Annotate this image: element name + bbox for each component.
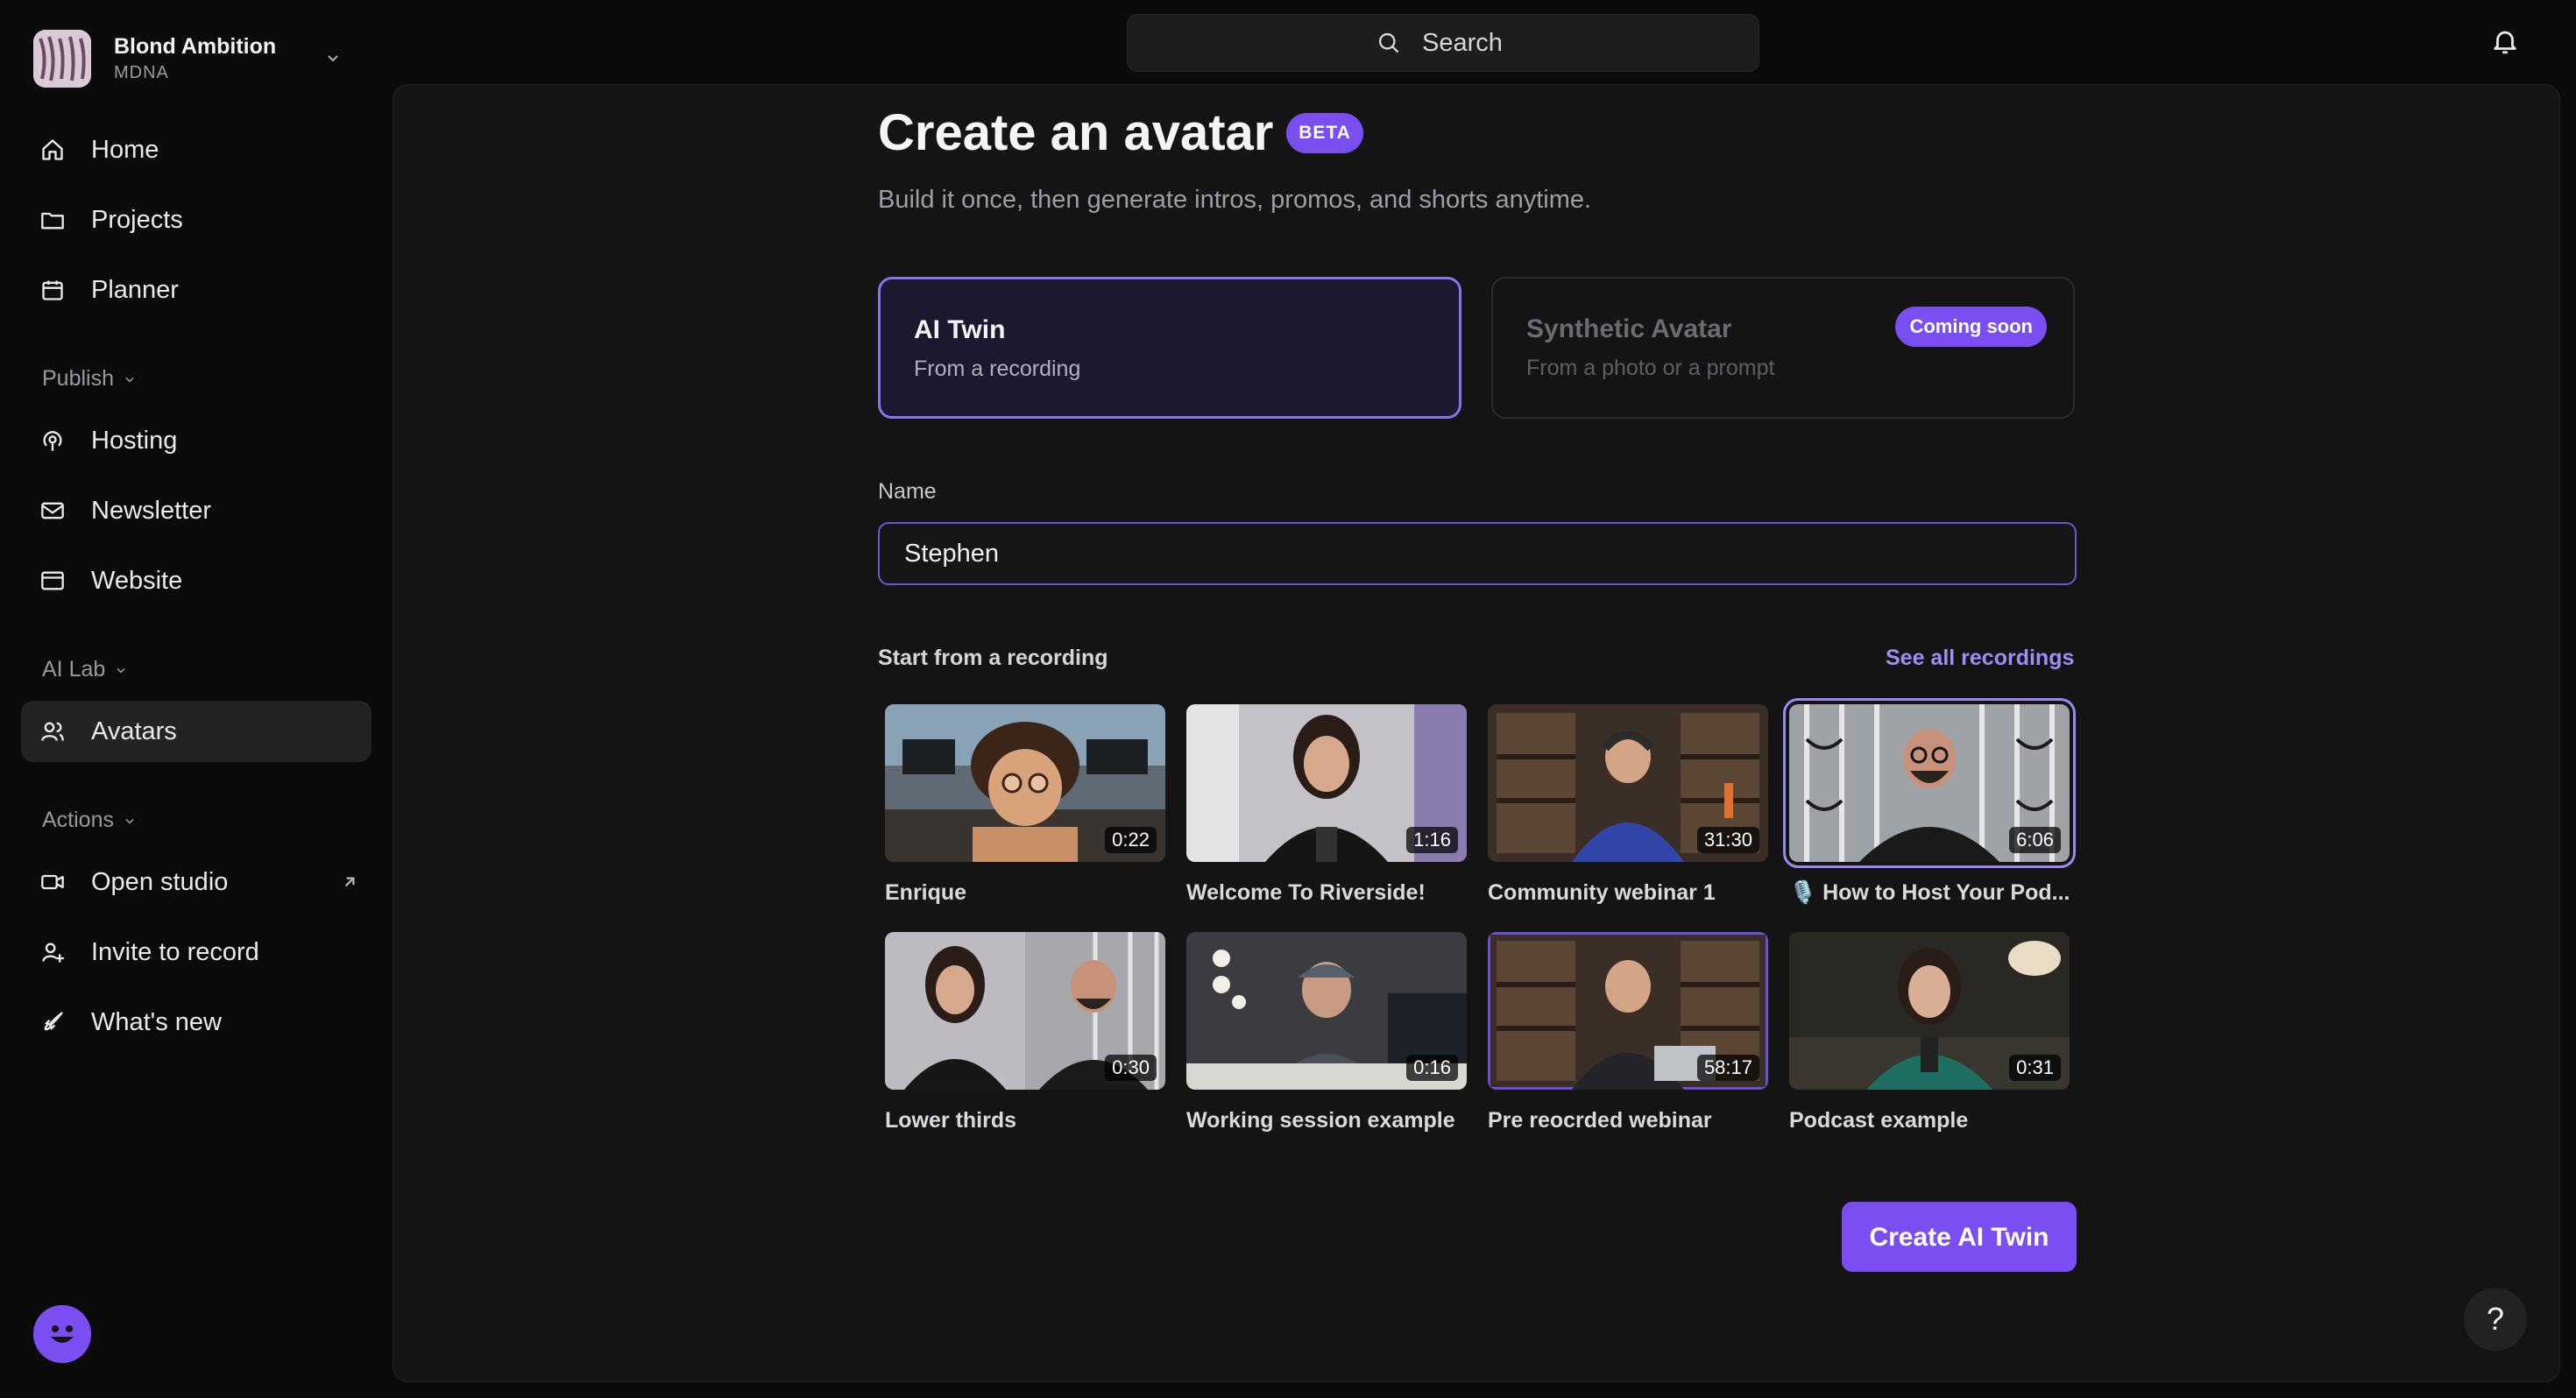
nav-projects[interactable]: Projects bbox=[21, 189, 372, 251]
recording-thumbnail[interactable]: 58:17 bbox=[1488, 932, 1768, 1090]
section-ailab-label: AI Lab bbox=[42, 657, 106, 681]
recording-title: Pre reocrded webinar bbox=[1488, 1108, 1712, 1133]
nav-home-label: Home bbox=[91, 136, 159, 164]
nav-hosting[interactable]: Hosting bbox=[21, 410, 372, 471]
recording-thumbnail[interactable]: 0:22 bbox=[885, 704, 1165, 862]
nav-hosting-label: Hosting bbox=[91, 427, 178, 455]
rocket-icon bbox=[40, 1010, 65, 1034]
mail-icon bbox=[40, 498, 65, 523]
help-button[interactable]: ? bbox=[2464, 1288, 2527, 1351]
duration-badge: 1:16 bbox=[1406, 827, 1458, 853]
bell-icon[interactable] bbox=[2490, 26, 2520, 56]
option-ai-twin-title: AI Twin bbox=[914, 315, 1006, 344]
main-panel bbox=[393, 84, 2560, 1382]
workspace-name: Blond Ambition bbox=[114, 34, 277, 59]
duration-badge: 0:30 bbox=[1105, 1055, 1157, 1081]
nav-invite-label: Invite to record bbox=[91, 938, 259, 966]
workspace-switcher[interactable]: Blond Ambition MDNA bbox=[33, 26, 349, 91]
recording-thumbnail[interactable]: 1:16 bbox=[1186, 704, 1467, 862]
nav-newsletter[interactable]: Newsletter bbox=[21, 480, 372, 541]
duration-badge: 0:16 bbox=[1406, 1055, 1458, 1081]
name-input[interactable] bbox=[878, 522, 2077, 585]
recording-title: Lower thirds bbox=[885, 1108, 1017, 1133]
option-ai-twin-sub: From a recording bbox=[914, 357, 1081, 381]
duration-badge: 6:06 bbox=[2009, 827, 2061, 853]
nav-newsletter-label: Newsletter bbox=[91, 497, 211, 525]
recording-title: 🎙️ How to Host Your Pod... bbox=[1789, 880, 2070, 905]
chevron-down-icon bbox=[114, 663, 128, 677]
name-label: Name bbox=[878, 479, 937, 504]
duration-badge: 0:22 bbox=[1105, 827, 1157, 853]
recordings-label: Start from a recording bbox=[878, 646, 1108, 670]
create-ai-twin-button[interactable]: Create AI Twin bbox=[1842, 1202, 2077, 1272]
chevron-down-icon bbox=[123, 372, 137, 386]
section-publish[interactable]: Publish bbox=[42, 366, 137, 392]
nav-projects-label: Projects bbox=[91, 206, 183, 234]
see-all-recordings-link[interactable]: See all recordings bbox=[1886, 645, 2074, 671]
duration-badge: 0:31 bbox=[2009, 1055, 2061, 1081]
recording-title: Welcome To Riverside! bbox=[1186, 880, 1426, 905]
nav-avatars[interactable]: Avatars bbox=[21, 701, 372, 762]
section-actions[interactable]: Actions bbox=[42, 808, 137, 833]
nav-website[interactable]: Website bbox=[21, 550, 372, 611]
nav-open-studio-label: Open studio bbox=[91, 868, 229, 896]
recording-thumbnail[interactable]: 0:16 bbox=[1186, 932, 1467, 1090]
nav-planner[interactable]: Planner bbox=[21, 259, 372, 321]
option-ai-twin[interactable]: AI Twin From a recording bbox=[878, 277, 1461, 419]
user-plus-icon bbox=[40, 940, 65, 964]
recording-thumbnail[interactable]: 0:30 bbox=[885, 932, 1165, 1090]
coming-soon-badge: Coming soon bbox=[1895, 307, 2047, 347]
search-bar[interactable]: Search bbox=[1127, 14, 1759, 72]
chevron-down-icon bbox=[123, 814, 137, 828]
nav-website-label: Website bbox=[91, 567, 183, 595]
recording-thumbnail[interactable]: 0:31 bbox=[1789, 932, 2070, 1090]
search-icon bbox=[1376, 31, 1401, 55]
nav-avatars-label: Avatars bbox=[91, 717, 177, 745]
nav-open-studio[interactable]: Open studio bbox=[21, 851, 372, 913]
assistant-avatar[interactable] bbox=[33, 1305, 91, 1363]
users-icon bbox=[40, 719, 65, 744]
nav-planner-label: Planner bbox=[91, 276, 179, 304]
recording-title: Podcast example bbox=[1789, 1108, 1969, 1133]
section-actions-label: Actions bbox=[42, 808, 114, 832]
nav-home[interactable]: Home bbox=[21, 119, 372, 180]
nav-invite[interactable]: Invite to record bbox=[21, 921, 372, 983]
search-label: Search bbox=[1422, 29, 1503, 57]
home-icon bbox=[40, 138, 65, 162]
workspace-logo bbox=[33, 30, 91, 88]
calendar-icon bbox=[40, 278, 65, 302]
browser-icon bbox=[40, 568, 65, 593]
section-ailab[interactable]: AI Lab bbox=[42, 657, 128, 682]
recording-thumbnail[interactable]: 31:30 bbox=[1488, 704, 1768, 862]
recording-title: Enrique bbox=[885, 880, 967, 905]
option-synthetic-title: Synthetic Avatar bbox=[1526, 314, 1732, 343]
video-camera-icon bbox=[40, 870, 65, 894]
option-synthetic-sub: From a photo or a prompt bbox=[1526, 356, 1775, 380]
beta-badge: BETA bbox=[1286, 113, 1363, 153]
external-link-icon bbox=[340, 872, 359, 892]
duration-badge: 31:30 bbox=[1696, 827, 1759, 853]
page-subtitle: Build it once, then generate intros, pro… bbox=[878, 186, 1592, 214]
recording-title: Community webinar 1 bbox=[1488, 880, 1716, 905]
workspace-sub: MDNA bbox=[114, 63, 169, 82]
nav-whats-new[interactable]: What's new bbox=[21, 992, 372, 1053]
podcast-icon bbox=[40, 428, 65, 453]
chevron-down-icon bbox=[324, 49, 342, 67]
section-publish-label: Publish bbox=[42, 366, 114, 391]
duration-badge: 58:17 bbox=[1696, 1055, 1759, 1081]
nav-whats-new-label: What's new bbox=[91, 1008, 222, 1036]
recording-title: Working session example bbox=[1186, 1108, 1455, 1133]
recording-thumbnail[interactable]: 6:06 bbox=[1789, 704, 2070, 862]
option-synthetic-avatar: Synthetic Avatar From a photo or a promp… bbox=[1491, 277, 2075, 419]
folder-icon bbox=[40, 208, 65, 232]
sidebar: Blond Ambition MDNA Home Projects Planne… bbox=[0, 0, 393, 1398]
page-title: Create an avatar bbox=[878, 104, 1274, 161]
